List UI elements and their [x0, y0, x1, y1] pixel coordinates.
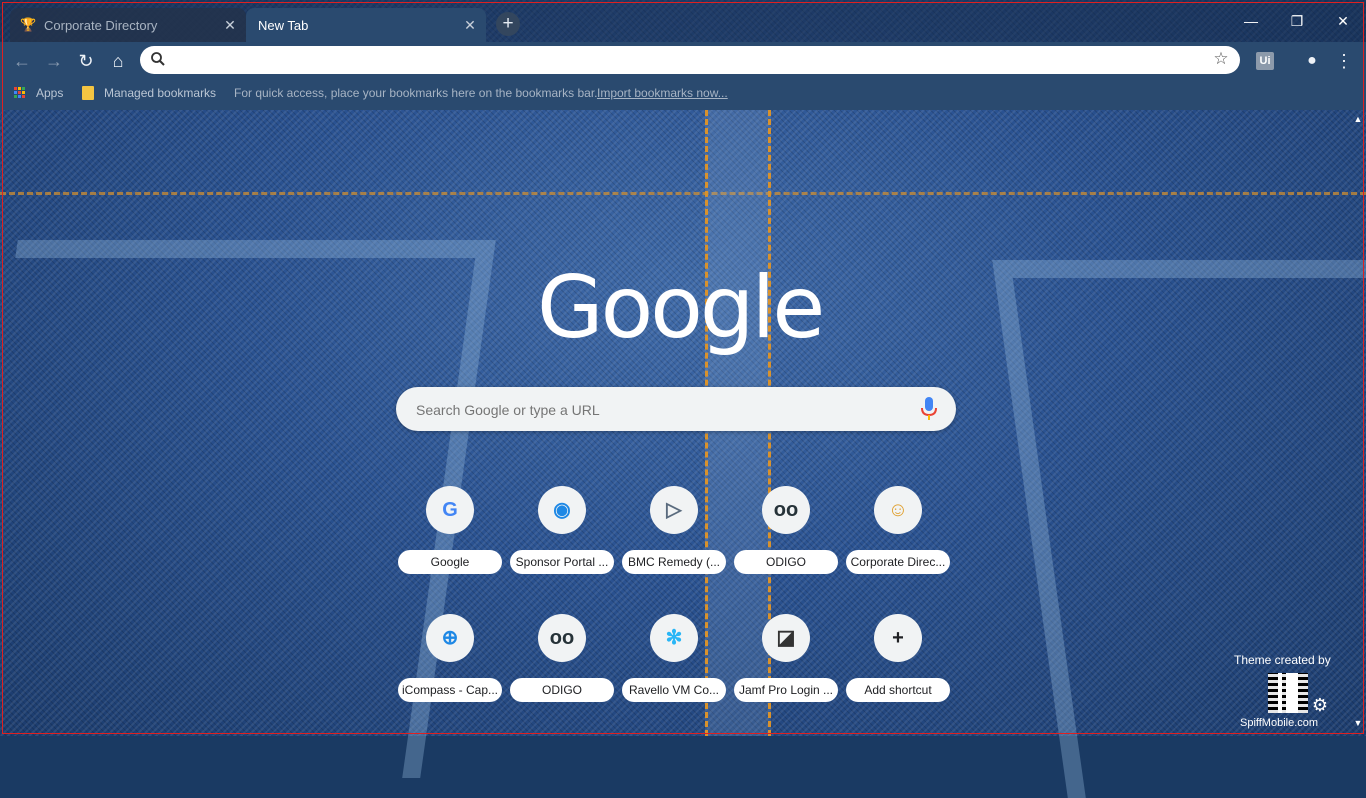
sponsor-portal-icon: ◉ [538, 486, 586, 534]
qr-code-icon [1268, 673, 1308, 713]
managed-bookmarks-folder[interactable]: Managed bookmarks [82, 86, 216, 100]
close-icon[interactable]: ✕ [460, 15, 480, 35]
shortcut-label: ODIGO [734, 550, 838, 574]
close-window-button[interactable]: ✕ [1320, 0, 1366, 42]
icompass-icon: ⊕ [426, 614, 474, 662]
shortcut-label: Google [398, 550, 502, 574]
jamf-pro-icon: ◪ [762, 614, 810, 662]
menu-icon[interactable]: ⋮ [1331, 48, 1357, 74]
theme-site: SpiffMobile.com [1240, 717, 1319, 729]
denim-seam [0, 112, 1366, 195]
odigo-icon: oo [538, 614, 586, 662]
shortcut-label: Sponsor Portal ... [510, 550, 614, 574]
shortcut-tile[interactable]: ✻ Ravello VM Co... [618, 614, 730, 714]
tab-title: New Tab [258, 17, 309, 33]
import-bookmarks-link[interactable]: Import bookmarks now... [597, 86, 728, 100]
add-shortcut-icon: + [874, 614, 922, 662]
shortcut-label: Ravello VM Co... [622, 678, 726, 702]
back-icon[interactable]: ← [9, 48, 35, 74]
shortcut-tile[interactable]: ◪ Jamf Pro Login ... [730, 614, 842, 714]
google-logo: Google [537, 258, 825, 358]
microphone-icon[interactable] [920, 396, 938, 422]
shortcut-tile[interactable]: ◉ Sponsor Portal ... [506, 486, 618, 586]
home-icon[interactable]: ⌂ [105, 48, 131, 74]
shortcut-tile[interactable]: G Google [394, 486, 506, 586]
managed-bookmarks-label: Managed bookmarks [104, 86, 217, 100]
bookmarks-hint: For quick access, place your bookmarks h… [234, 86, 598, 100]
bmc-remedy-icon: ▷ [650, 486, 698, 534]
forward-icon[interactable]: → [41, 48, 67, 74]
shortcut-label: iCompass - Cap... [398, 678, 502, 702]
theme-credit: Theme created by [1234, 653, 1331, 667]
folder-icon [82, 86, 94, 100]
minimize-button[interactable]: — [1228, 0, 1274, 42]
google-icon: G [426, 486, 474, 534]
search-icon [151, 52, 165, 66]
reload-icon[interactable]: ↻ [73, 48, 99, 74]
title-bar: 🏆 Corporate Directory ✕ New Tab ✕ + — ❐ … [0, 0, 1366, 42]
ravello-icon: ✻ [650, 614, 698, 662]
scroll-down-arrow-icon[interactable]: ▼ [1352, 718, 1364, 732]
omnibox[interactable]: ☆ [140, 46, 1240, 74]
shortcut-tile[interactable]: oo ODIGO [506, 614, 618, 714]
odigo-icon: oo [762, 486, 810, 534]
shortcut-label: BMC Remedy (... [622, 550, 726, 574]
profile-icon[interactable]: ● [1299, 48, 1325, 74]
shortcut-tile[interactable]: ☺ Corporate Direc... [842, 486, 954, 586]
restore-button[interactable]: ❐ [1274, 0, 1320, 42]
new-tab-button[interactable]: + [496, 12, 520, 36]
tab-new-tab[interactable]: New Tab ✕ [246, 8, 486, 42]
address-input[interactable] [172, 50, 1206, 72]
corporate-directory-icon: 🏆 [20, 17, 37, 32]
apps-bookmark[interactable]: Apps [14, 86, 63, 100]
star-icon[interactable]: ☆ [1212, 50, 1230, 68]
shortcut-label: Jamf Pro Login ... [734, 678, 838, 702]
shortcut-tile[interactable]: ⊕ iCompass - Cap... [394, 614, 506, 714]
shortcut-tile[interactable]: + Add shortcut [842, 614, 954, 714]
close-icon[interactable]: ✕ [220, 15, 240, 35]
shortcut-label: ODIGO [510, 678, 614, 702]
shortcut-tile[interactable]: ▷ BMC Remedy (... [618, 486, 730, 586]
shortcut-label: Add shortcut [846, 678, 950, 702]
apps-label: Apps [36, 86, 64, 100]
tab-corporate-directory[interactable]: 🏆 Corporate Directory ✕ [10, 8, 246, 42]
bookmarks-bar: Apps Managed bookmarks For quick access,… [0, 80, 1366, 110]
scroll-up-arrow-icon[interactable]: ▲ [1352, 114, 1364, 128]
shortcut-label: Corporate Direc... [846, 550, 950, 574]
extension-icon[interactable]: Ui [1256, 52, 1274, 70]
corporate-directory-icon: ☺ [874, 486, 922, 534]
ntp-search-box[interactable] [396, 387, 956, 431]
customize-gear-icon[interactable]: ⚙ [1310, 695, 1330, 715]
apps-grid-icon [14, 87, 26, 99]
tab-title: Corporate Directory [44, 17, 158, 33]
shortcut-tile[interactable]: oo ODIGO [730, 486, 842, 586]
ntp-search-input[interactable] [414, 399, 908, 421]
